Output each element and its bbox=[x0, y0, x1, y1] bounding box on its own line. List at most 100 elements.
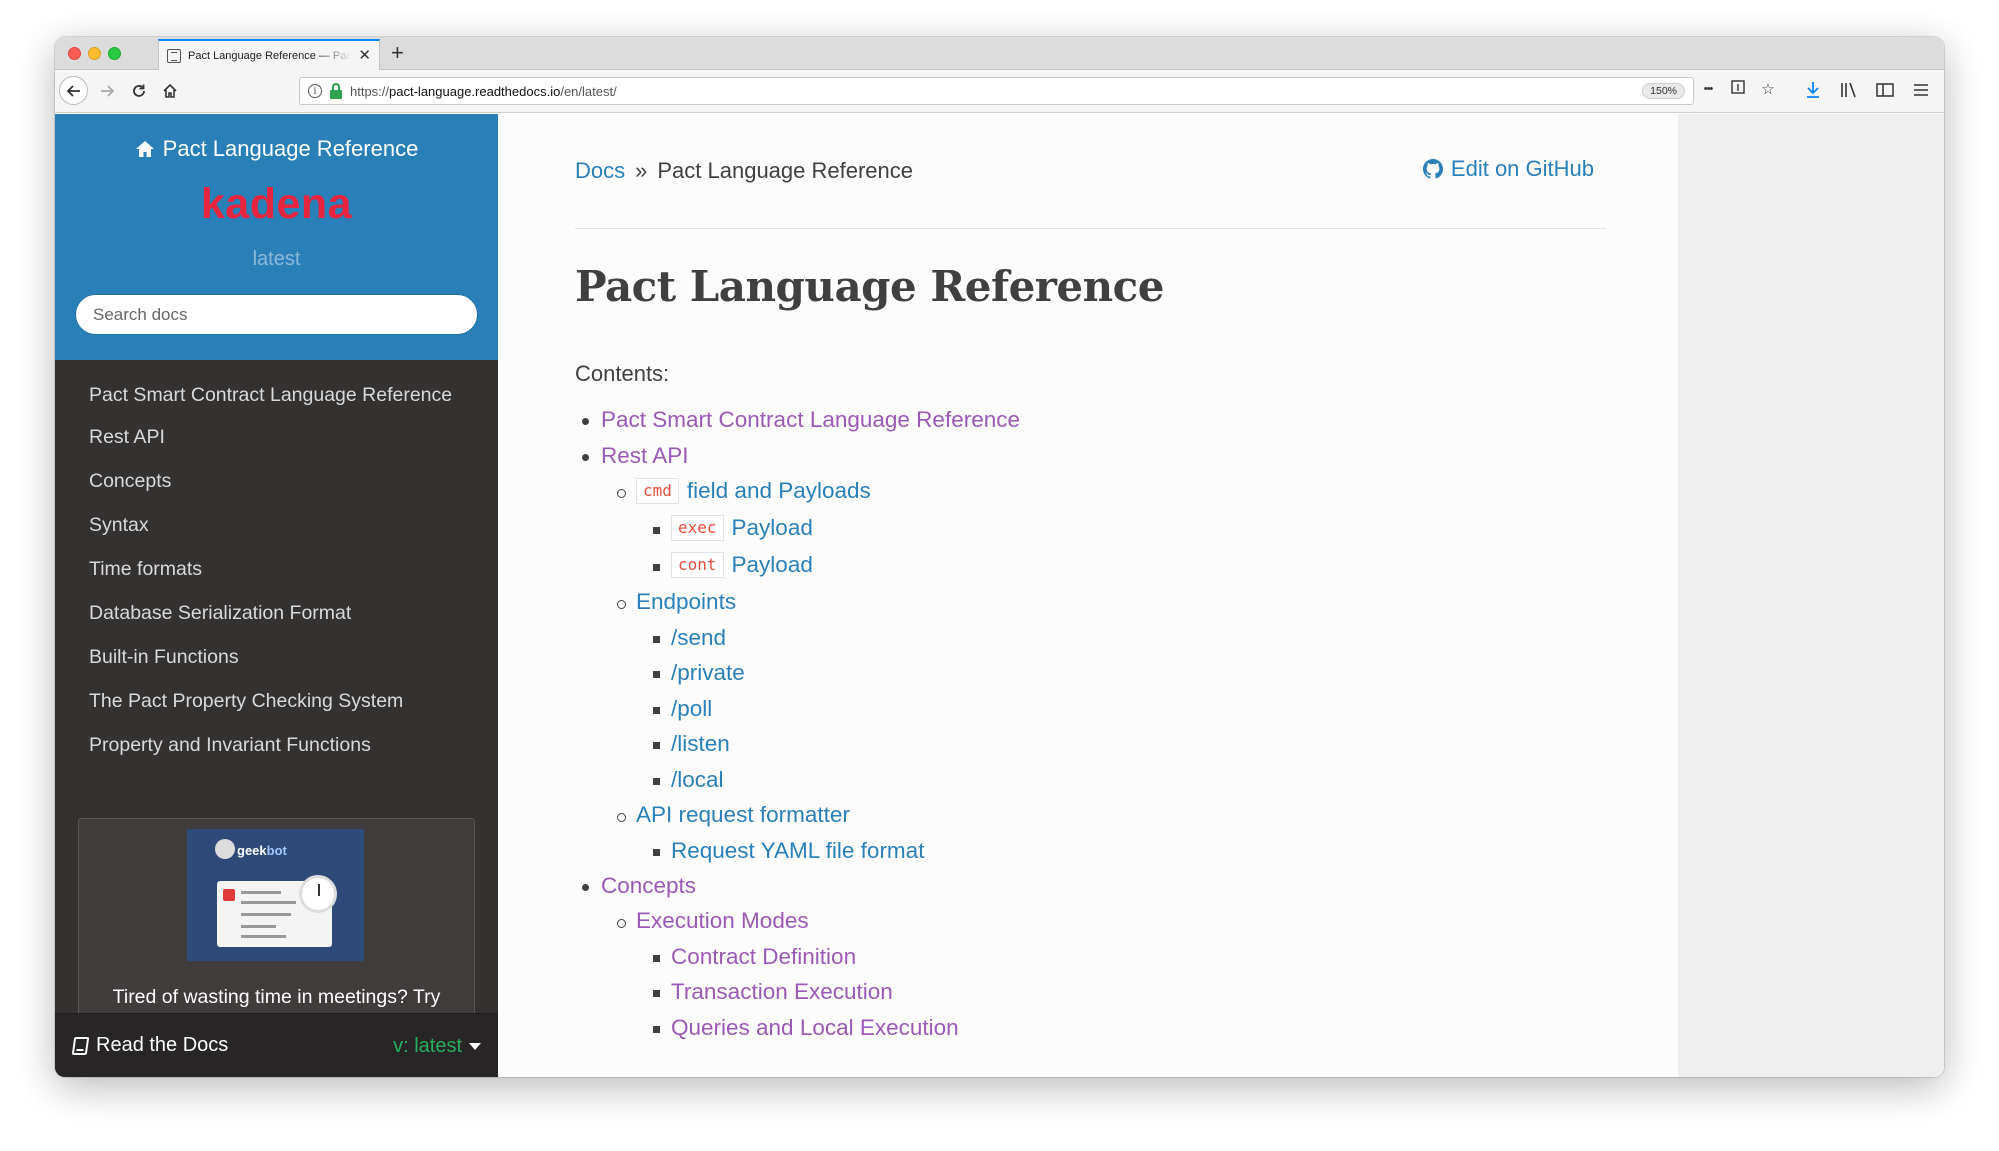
project-home-link[interactable]: Pact Language Reference bbox=[55, 136, 498, 162]
back-button[interactable] bbox=[59, 76, 88, 105]
github-icon bbox=[1422, 159, 1443, 179]
sidebar-nav: Pact Smart Contract Language Reference R… bbox=[55, 382, 498, 776]
project-title: Pact Language Reference bbox=[162, 136, 419, 161]
right-gutter bbox=[1678, 114, 1944, 1077]
sidebar-item-time-formats[interactable]: Time formats bbox=[55, 556, 498, 582]
breadcrumb-separator: » bbox=[635, 158, 648, 183]
caret-down-icon bbox=[469, 1043, 481, 1050]
menu-hamburger-icon[interactable] bbox=[1910, 79, 1932, 101]
toc-bullet bbox=[582, 418, 589, 425]
edit-on-github-link[interactable]: Edit on GitHub bbox=[1422, 156, 1594, 182]
breadcrumb-current: Pact Language Reference bbox=[657, 158, 914, 183]
toc-link-listen[interactable]: /listen bbox=[671, 731, 730, 757]
sponsor-ad[interactable]: geekbot Tired of wasting time in meeting… bbox=[78, 818, 475, 1033]
cmd-code: cmd bbox=[636, 478, 679, 504]
reload-icon bbox=[133, 84, 145, 97]
breadcrumb: Docs » Pact Language Reference bbox=[575, 158, 913, 184]
ad-image[interactable]: geekbot bbox=[187, 829, 364, 961]
zoom-level-badge[interactable]: 150% bbox=[1642, 83, 1685, 99]
sidebar-item-built-in-functions[interactable]: Built-in Functions bbox=[55, 644, 498, 670]
stopwatch-icon bbox=[299, 875, 337, 913]
toc-bullet bbox=[653, 527, 660, 534]
site-info-icon[interactable]: i bbox=[308, 84, 322, 98]
library-icon[interactable] bbox=[1838, 79, 1860, 101]
toc-bullet bbox=[653, 671, 660, 678]
reload-button[interactable] bbox=[127, 78, 151, 104]
sidebar-toggle-icon[interactable] bbox=[1874, 79, 1896, 101]
toc-link-rest-api[interactable]: Rest API bbox=[601, 443, 689, 469]
version-switcher[interactable]: v: latest bbox=[393, 1035, 481, 1058]
toc-link-exec-payload[interactable]: exec Payload bbox=[671, 515, 813, 541]
ad-text[interactable]: Tired of wasting time in meetings? Try bbox=[79, 986, 474, 1009]
downloads-icon[interactable] bbox=[1802, 79, 1824, 101]
sidebar-item-concepts[interactable]: Concepts bbox=[55, 468, 498, 494]
url-text[interactable]: https://pact-language.readthedocs.io/en/… bbox=[350, 84, 1635, 99]
browser-tab[interactable]: Pact Language Reference — Pact Language … bbox=[158, 39, 380, 70]
toc-link-contract-definition[interactable]: Contract Definition bbox=[671, 944, 856, 970]
toc-bullet bbox=[617, 919, 626, 928]
toc-bullet bbox=[653, 990, 660, 997]
secure-lock-icon[interactable] bbox=[329, 83, 343, 99]
header-divider bbox=[575, 228, 1606, 229]
reader-view-icon[interactable] bbox=[1729, 80, 1747, 98]
toc-link-cont-payload[interactable]: cont Payload bbox=[671, 552, 813, 578]
toc-link-api-request-formatter[interactable]: API request formatter bbox=[636, 802, 850, 828]
kadena-logo[interactable]: kadena bbox=[55, 180, 498, 229]
docs-sidebar: Pact Language Reference kadena latest Pa… bbox=[55, 114, 498, 1077]
toc-bullet bbox=[653, 742, 660, 749]
toc-bullet bbox=[582, 454, 589, 461]
sidebar-item-property-checking[interactable]: The Pact Property Checking System bbox=[55, 688, 498, 714]
toc-link-execution-modes[interactable]: Execution Modes bbox=[636, 908, 809, 934]
toc-bullet bbox=[653, 564, 660, 571]
close-window-button[interactable] bbox=[68, 47, 81, 60]
toc-bullet bbox=[617, 489, 626, 498]
read-the-docs-bar[interactable]: Read the Docs v: latest bbox=[55, 1013, 498, 1077]
toc-bullet bbox=[653, 955, 660, 962]
read-the-docs-label[interactable]: Read the Docs bbox=[71, 1034, 228, 1057]
toc-link-local[interactable]: /local bbox=[671, 767, 724, 793]
toc-link-request-yaml-format[interactable]: Request YAML file format bbox=[671, 838, 924, 864]
sidebar-item-rest-api[interactable]: Rest API bbox=[55, 424, 498, 450]
forward-button[interactable] bbox=[95, 78, 119, 104]
address-bar[interactable]: i https://pact-language.readthedocs.io/e… bbox=[299, 77, 1775, 105]
geekbot-logo-icon bbox=[215, 839, 235, 859]
toc-bullet bbox=[653, 636, 660, 643]
minimize-window-button[interactable] bbox=[88, 47, 101, 60]
page-favicon-icon bbox=[167, 48, 181, 63]
maximize-window-button[interactable] bbox=[108, 47, 121, 60]
search-docs-input[interactable] bbox=[75, 294, 478, 335]
toc-bullet bbox=[653, 1026, 660, 1033]
tab-title: Pact Language Reference — Pact Language … bbox=[188, 49, 352, 62]
toc-link-transaction-execution[interactable]: Transaction Execution bbox=[671, 979, 893, 1005]
breadcrumb-docs-link[interactable]: Docs bbox=[575, 158, 625, 184]
cont-code: cont bbox=[671, 552, 724, 578]
toc-bullet bbox=[653, 778, 660, 785]
sidebar-item-database-serialization[interactable]: Database Serialization Format bbox=[55, 600, 498, 626]
toc-link-cmd-field-payloads[interactable]: cmd field and Payloads bbox=[636, 478, 871, 504]
more-actions-icon[interactable]: ••• bbox=[1699, 83, 1717, 95]
home-button[interactable] bbox=[158, 78, 182, 104]
page-actions: ••• ☆ bbox=[1699, 80, 1777, 98]
bookmark-star-icon[interactable]: ☆ bbox=[1759, 80, 1777, 98]
toc-link-send[interactable]: /send bbox=[671, 625, 726, 651]
toc-link-private[interactable]: /private bbox=[671, 660, 745, 686]
sidebar-item-property-invariant-functions[interactable]: Property and Invariant Functions bbox=[55, 732, 498, 758]
toc-link-queries-local-execution[interactable]: Queries and Local Execution bbox=[671, 1015, 959, 1041]
toc-bullet bbox=[653, 849, 660, 856]
toc-link-concepts[interactable]: Concepts bbox=[601, 873, 696, 899]
toc-link-pact-reference[interactable]: Pact Smart Contract Language Reference bbox=[601, 407, 1020, 433]
toolbar-right bbox=[1802, 79, 1932, 101]
toc-link-endpoints[interactable]: Endpoints bbox=[636, 589, 736, 615]
toc-link-poll[interactable]: /poll bbox=[671, 696, 712, 722]
sidebar-header: Pact Language Reference kadena latest bbox=[55, 114, 498, 360]
home-icon bbox=[135, 141, 154, 157]
sidebar-item-syntax[interactable]: Syntax bbox=[55, 512, 498, 538]
back-arrow-icon bbox=[66, 84, 80, 97]
home-icon bbox=[163, 83, 177, 98]
sidebar-item-pact-smart-contract-reference[interactable]: Pact Smart Contract Language Reference bbox=[55, 382, 498, 408]
version-label: latest bbox=[252, 248, 301, 270]
forward-arrow-icon bbox=[101, 85, 115, 97]
tab-close-icon[interactable]: ✕ bbox=[358, 48, 371, 63]
new-tab-icon[interactable]: + bbox=[391, 41, 404, 65]
toc-bullet bbox=[617, 813, 626, 822]
